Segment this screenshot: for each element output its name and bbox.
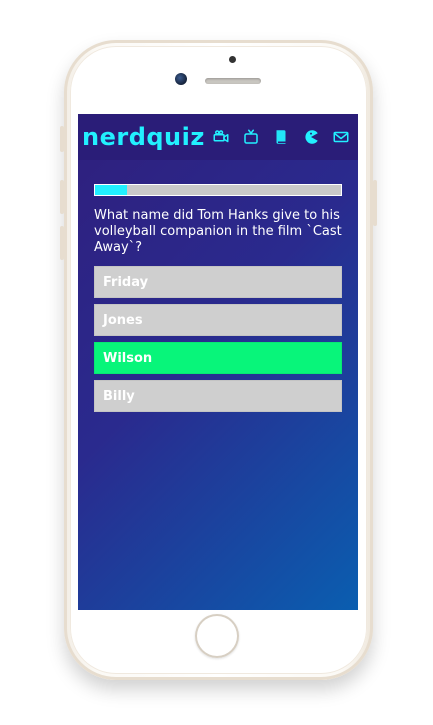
pacman-icon[interactable] [302, 128, 320, 146]
home-button[interactable] [195, 614, 239, 658]
answer-list: Friday Jones Wilson Billy [94, 266, 342, 412]
answer-option-billy[interactable]: Billy [94, 380, 342, 412]
phone-mockup: nerdquiz What name did Tom Hanks give to… [60, 40, 377, 680]
proximity-sensor [229, 56, 236, 63]
tv-icon[interactable] [242, 128, 260, 146]
phone-side-button [60, 180, 64, 214]
mail-icon[interactable] [332, 128, 350, 146]
header-nav-icons [212, 128, 350, 146]
quiz-progress-fill [95, 185, 127, 195]
book-icon[interactable] [272, 128, 290, 146]
earpiece-speaker [205, 78, 261, 84]
phone-side-button [60, 226, 64, 260]
app-screen: nerdquiz What name did Tom Hanks give to… [78, 114, 358, 610]
stage: nerdquiz What name did Tom Hanks give to… [0, 0, 433, 725]
question-text: What name did Tom Hanks give to his voll… [94, 208, 342, 255]
phone-side-button [60, 126, 64, 152]
answer-option-friday[interactable]: Friday [94, 266, 342, 298]
answer-option-wilson[interactable]: Wilson [94, 342, 342, 374]
app-logo[interactable]: nerdquiz [82, 125, 205, 149]
camera-icon[interactable] [212, 128, 230, 146]
phone-power-button [373, 180, 377, 226]
quiz-progress-bar [94, 184, 342, 196]
app-header: nerdquiz [78, 114, 358, 160]
answer-option-jones[interactable]: Jones [94, 304, 342, 336]
front-camera [175, 73, 187, 85]
